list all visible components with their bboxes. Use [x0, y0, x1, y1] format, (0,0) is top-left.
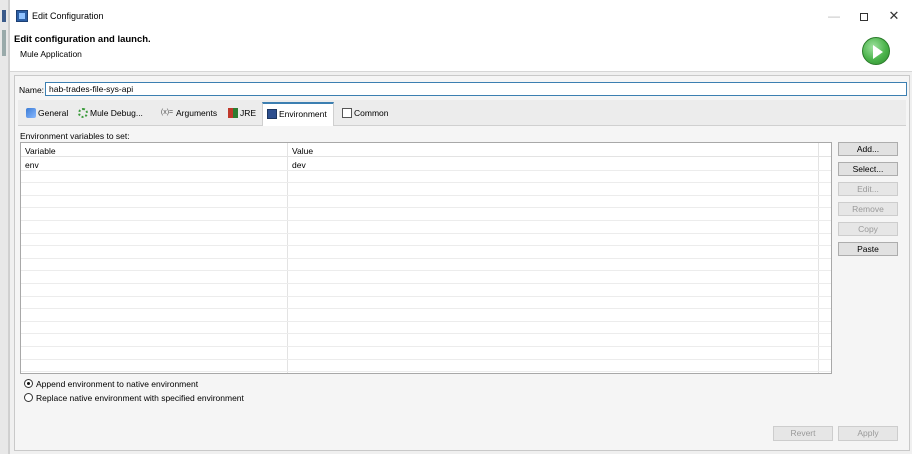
environment-variables-table[interactable]: Variable Value env dev — [20, 142, 832, 374]
table-row-empty — [21, 271, 831, 284]
table-row-empty — [21, 171, 831, 184]
copy-button[interactable]: Copy — [838, 222, 898, 236]
table-row-empty — [21, 347, 831, 360]
debug-icon — [78, 107, 88, 118]
table-row-empty — [21, 322, 831, 335]
name-input[interactable] — [45, 82, 907, 96]
table-row-empty — [21, 297, 831, 310]
arguments-icon: (x)= — [160, 108, 174, 116]
dialog-body: Name: General Mule Debug... (x)=Argument… — [10, 72, 912, 454]
minimize-button[interactable]: — — [820, 6, 848, 26]
edit-button[interactable]: Edit... — [838, 182, 898, 196]
maximize-button[interactable] — [850, 6, 878, 26]
app-icon — [16, 10, 28, 22]
environment-section-label: Environment variables to set: — [20, 131, 130, 141]
revert-button[interactable]: Revert — [773, 426, 833, 441]
name-label: Name: — [19, 85, 45, 95]
apply-button[interactable]: Apply — [838, 426, 898, 441]
radio-unchecked-icon — [24, 393, 33, 403]
add-button[interactable]: Add... — [838, 142, 898, 156]
tab-label: General — [38, 108, 69, 118]
radio-label: Replace native environment with specifie… — [36, 393, 244, 403]
edge-marker — [2, 10, 6, 22]
table-row-empty — [21, 234, 831, 247]
tab-label: Mule Debug... — [90, 108, 143, 118]
cell-value: dev — [292, 160, 306, 170]
tab-label: Environment — [279, 109, 327, 119]
radio-label: Append environment to native environment — [36, 379, 199, 389]
tab-label: Arguments — [176, 108, 218, 118]
tab-jre[interactable]: JRE — [224, 104, 260, 126]
table-row[interactable]: env dev — [21, 158, 831, 171]
table-row-empty — [21, 221, 831, 234]
remove-button[interactable]: Remove — [838, 202, 898, 216]
tab-environment[interactable]: Environment — [262, 102, 334, 126]
table-row-empty — [21, 334, 831, 347]
table-row-empty — [21, 284, 831, 297]
tab-arguments[interactable]: (x)= Arguments — [156, 104, 221, 126]
common-icon — [342, 107, 352, 118]
background-window-edge — [0, 0, 9, 454]
table-header: Variable Value — [21, 143, 831, 157]
paste-button[interactable]: Paste — [838, 242, 898, 256]
window-title: Edit Configuration — [32, 11, 104, 21]
general-icon — [26, 107, 36, 118]
configuration-tabs: General Mule Debug... (x)= Arguments JRE … — [18, 100, 906, 126]
configuration-panel: Name: General Mule Debug... (x)=Argument… — [14, 75, 910, 451]
cell-variable: env — [25, 160, 39, 170]
jre-icon — [228, 107, 238, 118]
maximize-icon — [860, 12, 868, 21]
tab-label: Common — [354, 108, 389, 118]
run-icon — [862, 37, 890, 65]
table-row-empty — [21, 196, 831, 209]
header-subtitle: Mule Application — [20, 49, 82, 59]
append-environment-radio[interactable]: Append environment to native environment — [24, 379, 198, 391]
table-row-empty — [21, 309, 831, 322]
table-row-empty — [21, 246, 831, 259]
close-button[interactable]: ✕ — [880, 6, 908, 26]
edge-marker — [2, 30, 6, 56]
table-row-empty — [21, 183, 831, 196]
tab-label: JRE — [240, 108, 257, 118]
tab-general[interactable]: General — [22, 104, 72, 126]
dialog-header: Edit configuration and launch. Mule Appl… — [10, 30, 912, 72]
tab-common[interactable]: Common — [338, 104, 392, 126]
table-row-empty — [21, 259, 831, 272]
edit-configuration-dialog: Edit Configuration — ✕ Edit configuratio… — [9, 0, 912, 454]
column-header-variable[interactable]: Variable — [25, 146, 56, 156]
tab-mule-debug[interactable]: Mule Debug... — [74, 104, 147, 126]
select-button[interactable]: Select... — [838, 162, 898, 176]
environment-icon — [267, 108, 277, 119]
column-header-value[interactable]: Value — [292, 146, 313, 156]
table-row-empty — [21, 360, 831, 373]
title-bar: Edit Configuration — ✕ — [10, 0, 912, 30]
table-row-empty — [21, 208, 831, 221]
replace-environment-radio[interactable]: Replace native environment with specifie… — [24, 393, 244, 405]
header-title: Edit configuration and launch. — [14, 34, 151, 45]
radio-checked-icon — [24, 379, 33, 389]
